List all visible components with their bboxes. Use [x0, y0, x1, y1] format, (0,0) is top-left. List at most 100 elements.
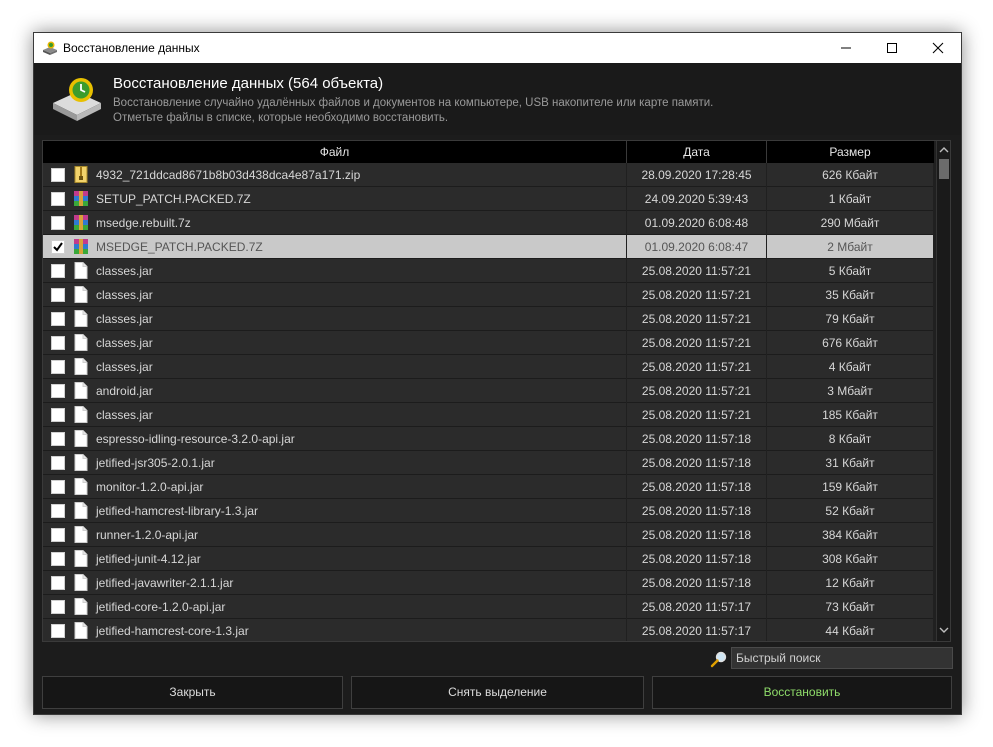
- file-date: 24.09.2020 5:39:43: [644, 192, 749, 206]
- file-size: 626 Кбайт: [822, 168, 878, 182]
- row-checkbox[interactable]: [51, 336, 65, 350]
- row-checkbox[interactable]: [51, 312, 65, 326]
- column-header-date[interactable]: Дата: [627, 141, 767, 163]
- table-row[interactable]: msedge.rebuilt.7z 01.09.2020 6:08:48 290 М…: [43, 211, 934, 235]
- row-checkbox[interactable]: [51, 600, 65, 614]
- disk-recovery-icon: [43, 41, 57, 55]
- file-icon: [74, 382, 88, 399]
- vertical-scrollbar[interactable]: [936, 141, 951, 641]
- maximize-button[interactable]: [869, 33, 915, 63]
- file-name: 4932_721ddcad8671b8b03d438dca4e87a171.zi…: [96, 168, 361, 182]
- hard-drive-recovery-icon: [53, 78, 101, 121]
- table-row[interactable]: 4932_721ddcad8671b8b03d438dca4e87a171.zi…: [43, 163, 934, 187]
- file-icon: [74, 502, 88, 519]
- row-checkbox[interactable]: [51, 240, 65, 254]
- row-checkbox[interactable]: [51, 552, 65, 566]
- minimize-icon: [841, 47, 851, 49]
- file-date: 01.09.2020 6:08:47: [644, 240, 749, 254]
- file-date: 25.08.2020 11:57:21: [641, 360, 752, 374]
- table-row[interactable]: MSEDGE_PATCH.PACKED.7Z 01.09.2020 6:08:47…: [43, 235, 934, 259]
- row-checkbox[interactable]: [51, 288, 65, 302]
- file-name: classes.jar: [96, 288, 153, 302]
- table-row[interactable]: jetified-core-1.2.0-api.jar 25.08.2020 11…: [43, 595, 934, 619]
- file-name: MSEDGE_PATCH.PACKED.7Z: [96, 240, 263, 254]
- row-checkbox[interactable]: [51, 384, 65, 398]
- header-panel: Восстановление данных (564 объекта) Восс…: [34, 63, 961, 135]
- file-icon: [74, 430, 88, 447]
- close-icon: [932, 42, 944, 54]
- row-checkbox[interactable]: [51, 168, 65, 182]
- table-row[interactable]: classes.jar 25.08.2020 11:57:21 79 Кбайт: [43, 307, 934, 331]
- file-icon: [74, 358, 88, 375]
- file-size: 185 Кбайт: [822, 408, 878, 422]
- table-row[interactable]: classes.jar 25.08.2020 11:57:21 676 Кбайт: [43, 331, 934, 355]
- file-icon: [74, 310, 88, 327]
- quick-search-input[interactable]: [731, 647, 953, 669]
- recovery-window: Восстановление данных Восстановление дан…: [33, 32, 962, 715]
- row-checkbox[interactable]: [51, 576, 65, 590]
- column-header-size[interactable]: Размер: [767, 141, 933, 163]
- table-row[interactable]: classes.jar 25.08.2020 11:57:21 185 Кбайт: [43, 403, 934, 427]
- table-row[interactable]: classes.jar 25.08.2020 11:57:21 35 Кбайт: [43, 283, 934, 307]
- table-row[interactable]: jetified-javawriter-2.1.1.jar 25.08.2020 …: [43, 571, 934, 595]
- file-size: 31 Кбайт: [825, 456, 875, 470]
- file-name: jetified-jsr305-2.0.1.jar: [96, 456, 215, 470]
- file-name: runner-1.2.0-api.jar: [96, 528, 199, 542]
- row-checkbox[interactable]: [51, 504, 65, 518]
- table-row[interactable]: runner-1.2.0-api.jar 25.08.2020 11:57:18 3…: [43, 523, 934, 547]
- description-line-2: Отметьте файлы в списке, которые необход…: [113, 112, 449, 124]
- file-size: 1 Кбайт: [828, 192, 872, 206]
- table-row[interactable]: classes.jar 25.08.2020 11:57:21 4 Кбайт: [43, 355, 934, 379]
- archive-icon: [74, 191, 88, 206]
- header-title: Восстановление данных (564 объекта): [113, 75, 384, 92]
- row-checkbox[interactable]: [51, 192, 65, 206]
- row-checkbox[interactable]: [51, 360, 65, 374]
- file-size: 8 Кбайт: [828, 432, 872, 446]
- scroll-up-icon[interactable]: [937, 143, 951, 157]
- table-row[interactable]: android.jar 25.08.2020 11:57:21 3 Мбайт: [43, 379, 934, 403]
- file-date: 25.08.2020 11:57:21: [641, 312, 752, 326]
- title-bar[interactable]: Восстановление данных: [34, 33, 961, 63]
- row-checkbox[interactable]: [51, 408, 65, 422]
- file-icon: [74, 622, 88, 639]
- close-button[interactable]: Закрыть: [42, 676, 343, 709]
- maximize-icon: [887, 43, 897, 53]
- row-checkbox[interactable]: [51, 432, 65, 446]
- table-row[interactable]: jetified-junit-4.12.jar 25.08.2020 11:57:…: [43, 547, 934, 571]
- file-icon: [74, 526, 88, 543]
- deselect-button[interactable]: Снять выделение: [351, 676, 644, 709]
- file-name: espresso-idling-resource-3.2.0-api.jar: [96, 432, 295, 446]
- column-header-file[interactable]: Файл: [43, 141, 627, 163]
- file-date: 25.08.2020 11:57:17: [641, 600, 752, 614]
- file-icon: [74, 262, 88, 279]
- row-checkbox[interactable]: [51, 624, 65, 638]
- file-icon: [74, 406, 88, 423]
- file-date: 25.08.2020 11:57:18: [641, 432, 752, 446]
- file-name: monitor-1.2.0-api.jar: [96, 480, 204, 494]
- table-row[interactable]: monitor-1.2.0-api.jar 25.08.2020 11:57:18…: [43, 475, 934, 499]
- file-name: classes.jar: [96, 264, 153, 278]
- row-checkbox[interactable]: [51, 216, 65, 230]
- file-size: 290 Мбайт: [820, 216, 880, 230]
- file-table[interactable]: Файл Дата Размер 4932_721ddcad8671b8b03d…: [42, 140, 951, 642]
- row-checkbox[interactable]: [51, 456, 65, 470]
- minimize-button[interactable]: [823, 33, 869, 63]
- scrollbar-thumb[interactable]: [939, 159, 949, 179]
- file-icon: [74, 598, 88, 615]
- file-icon: [74, 286, 88, 303]
- row-checkbox[interactable]: [51, 480, 65, 494]
- file-size: 159 Кбайт: [822, 480, 878, 494]
- restore-button[interactable]: Восстановить: [652, 676, 952, 709]
- file-name: SETUP_PATCH.PACKED.7Z: [96, 192, 251, 206]
- table-row[interactable]: classes.jar 25.08.2020 11:57:21 5 Кбайт: [43, 259, 934, 283]
- scroll-down-icon[interactable]: [937, 623, 951, 637]
- row-checkbox[interactable]: [51, 528, 65, 542]
- table-row[interactable]: SETUP_PATCH.PACKED.7Z 24.09.2020 5:39:43 1…: [43, 187, 934, 211]
- table-row[interactable]: jetified-hamcrest-core-1.3.jar 25.08.2020…: [43, 619, 934, 641]
- table-row[interactable]: espresso-idling-resource-3.2.0-api.jar 25…: [43, 427, 934, 451]
- table-row[interactable]: jetified-hamcrest-library-1.3.jar 25.08.2…: [43, 499, 934, 523]
- close-window-button[interactable]: [915, 33, 961, 63]
- table-row[interactable]: jetified-jsr305-2.0.1.jar 25.08.2020 11:5…: [43, 451, 934, 475]
- file-date: 25.08.2020 11:57:21: [641, 408, 752, 422]
- row-checkbox[interactable]: [51, 264, 65, 278]
